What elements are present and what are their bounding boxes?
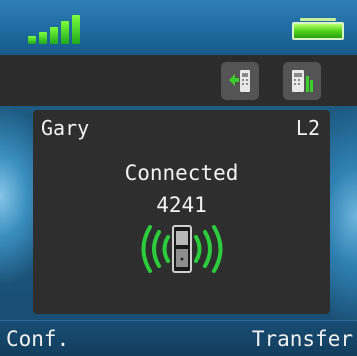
conference-softkey[interactable]: Conf.	[6, 325, 69, 353]
call-transfer-icon	[229, 70, 250, 92]
toolbar	[0, 55, 357, 106]
handset-ringing-icon	[141, 225, 223, 273]
signal-strength-icon	[28, 14, 84, 44]
call-number: 4241	[156, 193, 207, 217]
transfer-softkey[interactable]: Transfer	[252, 325, 353, 353]
main-area: Gary L2 Connected 4241	[0, 106, 357, 320]
call-card: Gary L2 Connected 4241	[33, 110, 330, 314]
line-label: L2	[295, 116, 320, 140]
contact-name: Gary	[41, 116, 90, 140]
softkey-bar: Conf. Transfer	[0, 320, 357, 356]
call-status: Connected	[124, 161, 239, 185]
status-bar	[0, 0, 357, 55]
battery-full-icon	[292, 18, 344, 40]
call-transfer-button[interactable]	[221, 62, 259, 100]
phonebook-icon	[292, 70, 313, 92]
phonebook-button[interactable]	[283, 62, 321, 100]
